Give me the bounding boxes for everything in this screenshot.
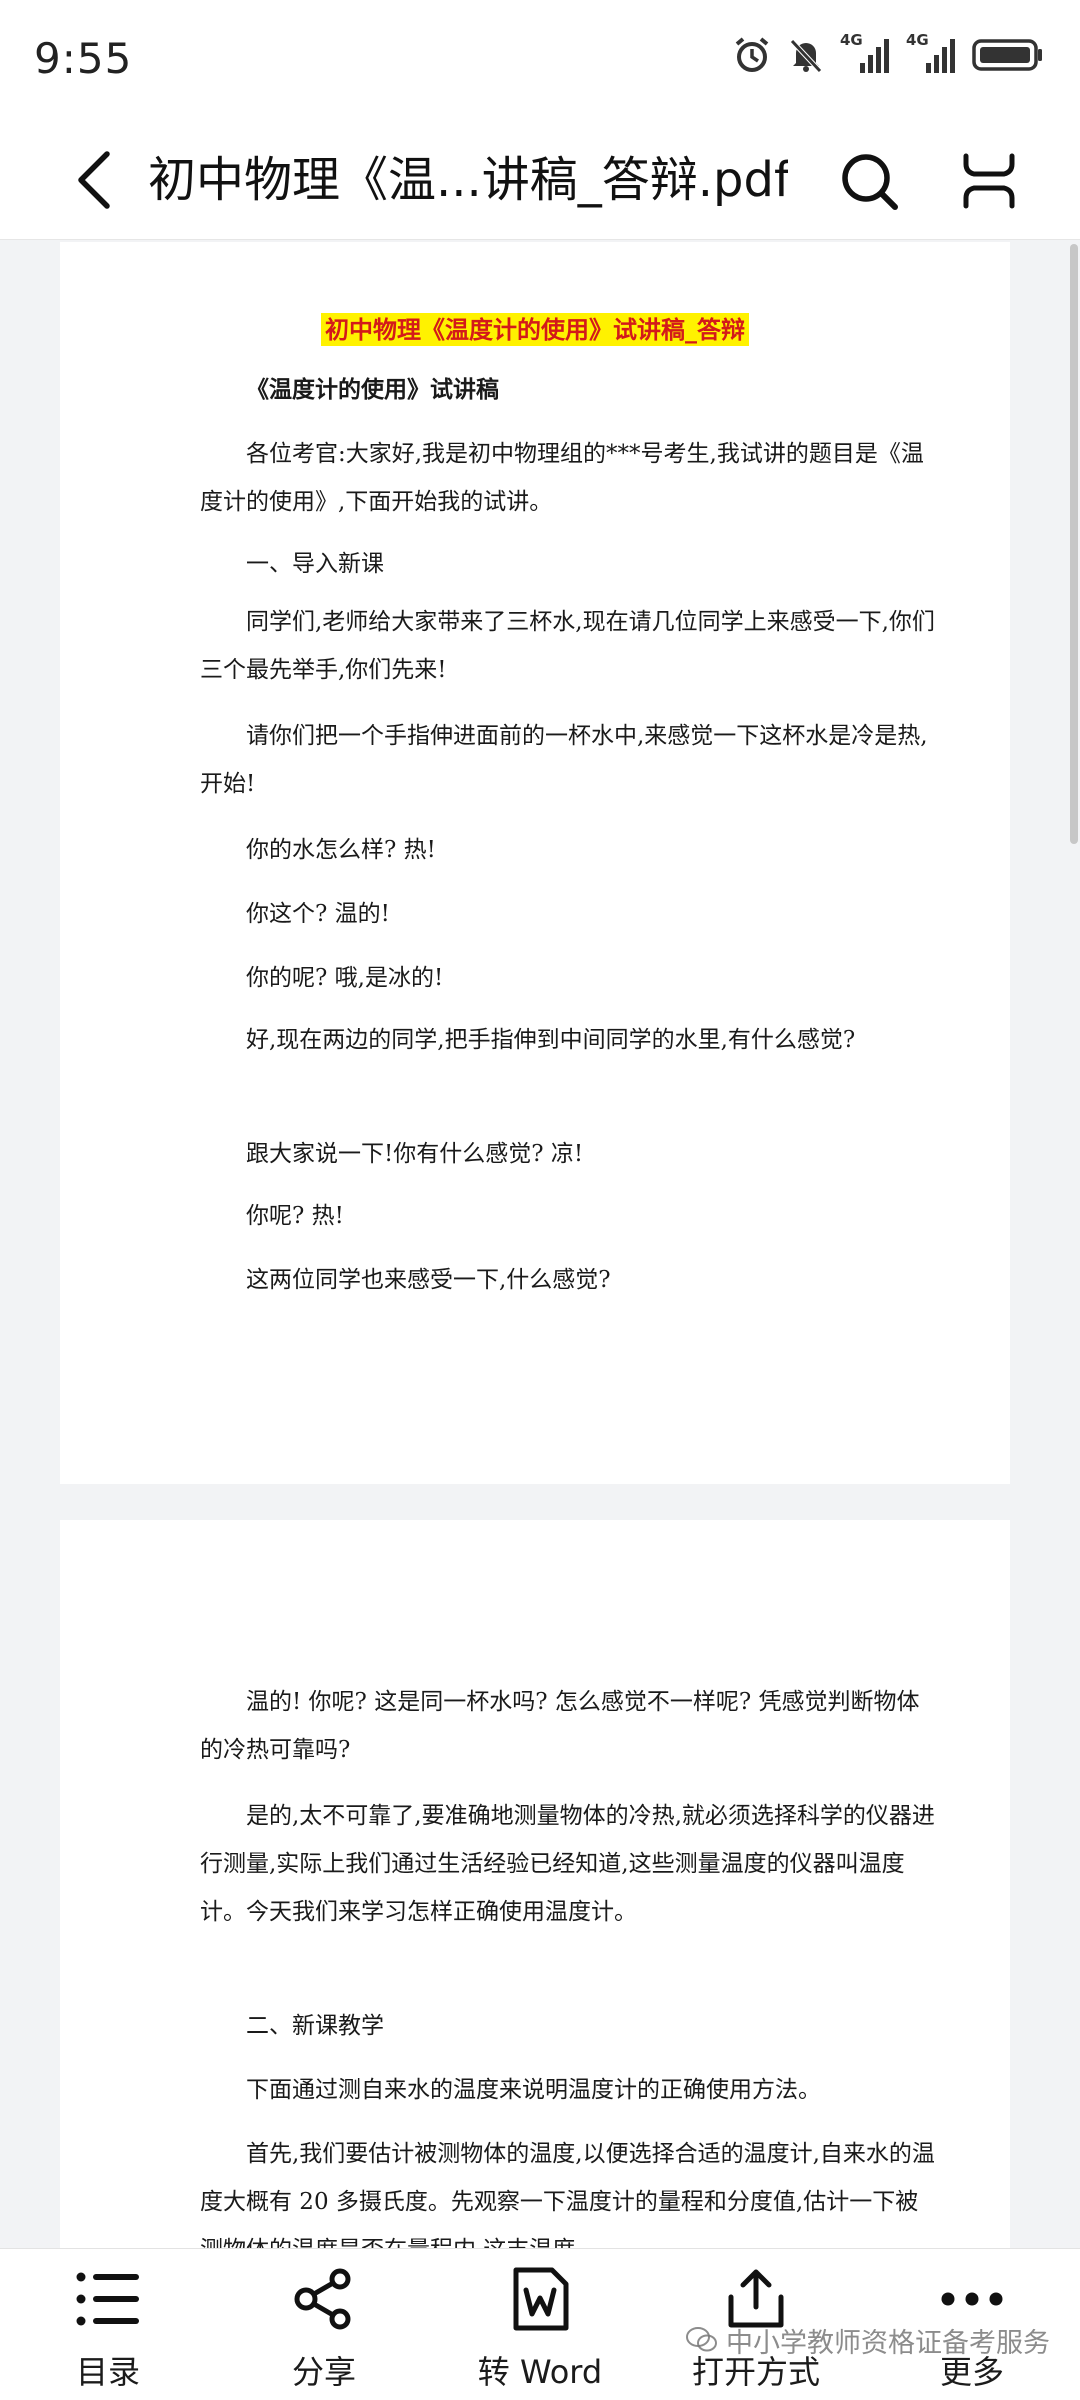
paragraph: 好,现在两边的同学,把手指伸到中间同学的水里,有什么感觉? <box>246 1027 856 1053</box>
section-heading: 二、新课教学 <box>246 2013 384 2039</box>
paragraph: 你这个? 温的! <box>246 901 390 927</box>
paragraph: 这两位同学也来感受一下,什么感觉? <box>246 1267 611 1293</box>
share-icon <box>293 2259 355 2339</box>
toolbar-convert-word-button[interactable]: 转 Word <box>450 2259 630 2399</box>
toolbar-label: 分享 <box>291 2353 356 2391</box>
paragraph: 各位考官:大家好,我是初中物理组的***号考生,我试讲的题目是《温度计的使用》,… <box>200 441 924 515</box>
document-heading: 初中物理《温度计的使用》试讲稿_答辩 <box>60 310 1010 346</box>
status-icons: 4G 4G <box>732 30 1044 80</box>
paragraph: 跟大家说一下!你有什么感觉? 凉! <box>246 1141 584 1167</box>
network-type-label: 4G <box>840 31 863 49</box>
watermark: 中小学教师资格证备考服务 <box>686 2318 1050 2362</box>
paragraph: 首先,我们要估计被测物体的温度,以便选择合适的温度计,自来水的温度大概有 20 … <box>200 2141 935 2250</box>
reading-mode-button[interactable] <box>956 148 1022 214</box>
toolbar-label: 目录 <box>75 2353 140 2391</box>
status-time: 9:55 <box>34 34 133 83</box>
lecture-title: 《温度计的使用》试讲稿 <box>246 376 499 403</box>
signal-icon: 4G <box>906 31 958 75</box>
search-icon <box>842 154 898 210</box>
network-type-label: 4G <box>906 31 929 49</box>
mute-icon <box>786 35 826 75</box>
alarm-icon <box>732 35 772 75</box>
scrollbar-thumb[interactable] <box>1070 244 1078 844</box>
document-heading-text: 初中物理《温度计的使用》试讲稿_答辩 <box>321 313 749 346</box>
paragraph: 同学们,老师给大家带来了三杯水,现在请几位同学上来感受一下,你们三个最先举手,你… <box>200 609 935 683</box>
toolbar-contents-button[interactable]: 目录 <box>18 2259 198 2399</box>
wechat-icon <box>686 2327 717 2352</box>
paragraph: 你的呢? 哦,是冰的! <box>246 965 444 991</box>
pdf-page-2: 温的! 你呢? 这是同一杯水吗? 怎么感觉不一样呢? 凭感觉判断物体的冷热可靠吗… <box>60 1520 1010 2250</box>
reading-mode-icon <box>963 153 1015 209</box>
watermark-text: 中小学教师资格证备考服务 <box>726 2327 1050 2359</box>
battery-icon <box>972 35 1044 75</box>
app-header: 初中物理《温...讲稿_答辩.pdf <box>0 120 1080 240</box>
signal-icon: 4G <box>840 31 892 75</box>
toolbar-label: 转 Word <box>477 2353 603 2391</box>
paragraph: 你的水怎么样? 热! <box>246 837 436 863</box>
list-icon <box>75 2259 141 2339</box>
back-button[interactable] <box>58 145 128 215</box>
paragraph: 温的! 你呢? 这是同一杯水吗? 怎么感觉不一样呢? 凭感觉判断物体的冷热可靠吗… <box>200 1689 920 1763</box>
paragraph: 是的,太不可靠了,要准确地测量物体的冷热,就必须选择科学的仪器进行测量,实际上我… <box>200 1803 935 1925</box>
document-title: 初中物理《温...讲稿_答辩.pdf <box>148 152 788 208</box>
section-heading: 一、导入新课 <box>246 551 384 577</box>
toolbar-share-button[interactable]: 分享 <box>234 2259 414 2399</box>
search-button[interactable] <box>836 148 902 214</box>
pdf-page-1: 初中物理《温度计的使用》试讲稿_答辩 《温度计的使用》试讲稿 各位考官:大家好,… <box>60 242 1010 1484</box>
back-arrow-icon <box>78 151 110 209</box>
paragraph: 下面通过测自来水的温度来说明温度计的正确使用方法。 <box>246 2077 821 2103</box>
paragraph: 请你们把一个手指伸进面前的一杯水中,来感觉一下这杯水是冷是热,开始! <box>200 723 928 797</box>
word-icon <box>510 2259 570 2339</box>
status-bar: 9:55 4G 4G <box>0 0 1080 120</box>
paragraph: 你呢? 热! <box>246 1203 344 1229</box>
